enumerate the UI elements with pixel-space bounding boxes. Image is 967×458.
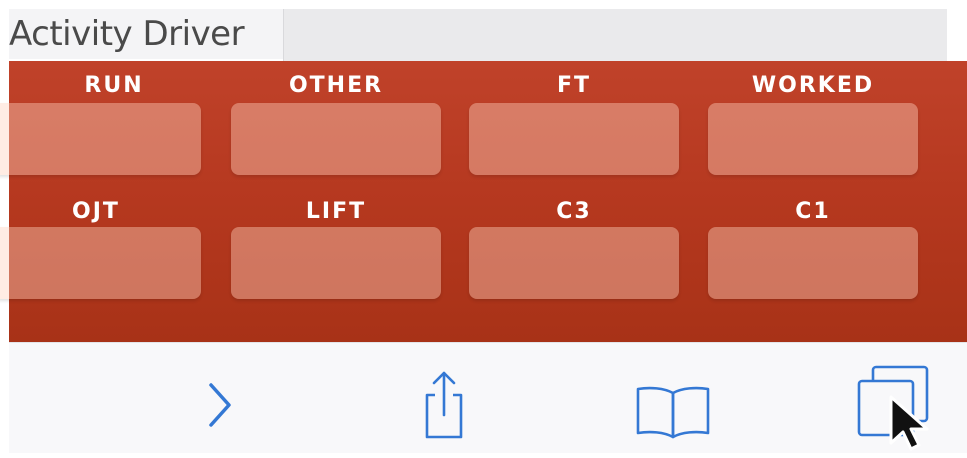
label-other: OTHER [288, 73, 384, 98]
share-icon[interactable] [421, 369, 467, 441]
top-bar: Activity Driver [0, 0, 967, 62]
other-input[interactable] [231, 103, 441, 175]
worked-input[interactable] [708, 103, 918, 175]
activity-tab[interactable]: Activity Driver [9, 9, 283, 59]
label-run: RUN [84, 73, 144, 98]
label-lift: LIFT [305, 199, 367, 224]
page-title: Activity Driver [9, 14, 245, 54]
browser-toolbar [9, 342, 967, 453]
top-input-field[interactable] [283, 9, 947, 61]
lift-input[interactable] [231, 227, 441, 299]
forward-icon[interactable] [205, 381, 235, 429]
label-ft: FT [556, 73, 592, 98]
label-worked: WORKED [751, 73, 875, 98]
bottom-edge [0, 453, 967, 458]
c3-input[interactable] [469, 227, 679, 299]
tabs-icon[interactable] [855, 363, 955, 455]
run-input[interactable] [0, 103, 201, 175]
label-c3: C3 [556, 199, 592, 224]
label-ojt: OJT [72, 199, 120, 224]
ft-input[interactable] [469, 103, 679, 175]
label-c1: C1 [795, 199, 831, 224]
bookmarks-icon[interactable] [634, 385, 712, 439]
ojt-input[interactable] [0, 227, 201, 299]
activity-panel: RUN OTHER FT WORKED OJT LIFT C3 C1 [0, 61, 967, 342]
c1-input[interactable] [708, 227, 918, 299]
